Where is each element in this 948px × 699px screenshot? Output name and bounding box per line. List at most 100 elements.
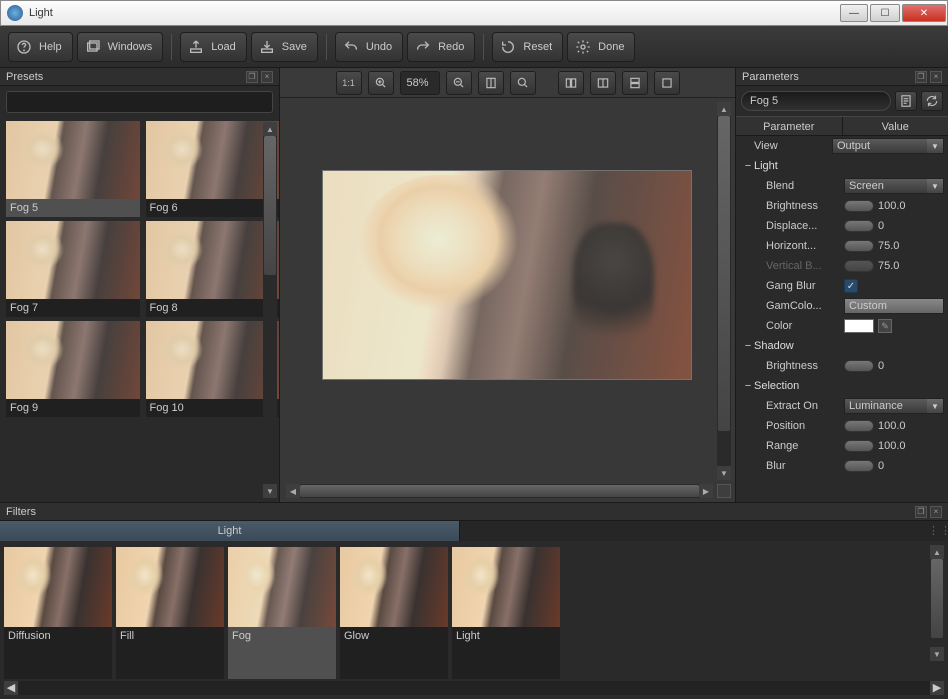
save-button[interactable]: Save [251, 32, 318, 62]
zoom-in-button[interactable] [368, 71, 394, 95]
save-label: Save [282, 41, 307, 53]
preset-item[interactable]: Fog 9 [6, 321, 140, 417]
notes-button[interactable] [895, 91, 917, 111]
filter-tab-light[interactable]: Light [0, 521, 460, 541]
eyedropper-icon[interactable]: ✎ [878, 319, 892, 333]
filters-close-button[interactable]: × [930, 506, 942, 518]
preset-name-field[interactable]: Fog 5 [741, 91, 891, 111]
redo-button[interactable]: Redo [407, 32, 475, 62]
presets-undock-button[interactable]: ❐ [246, 71, 258, 83]
filter-item[interactable]: Light [452, 547, 560, 679]
filters-vscrollbar[interactable]: ▲▼ [930, 545, 944, 661]
filter-label: Diffusion [4, 627, 112, 645]
param-value[interactable]: 100.0 [878, 420, 914, 432]
done-button[interactable]: Done [567, 32, 635, 62]
viewer-vscrollbar[interactable]: ▲▼ [717, 102, 731, 480]
maximize-button[interactable]: ☐ [870, 4, 900, 22]
windows-button[interactable]: Windows [77, 32, 164, 62]
help-button[interactable]: Help [8, 32, 73, 62]
parameters-close-button[interactable]: × [930, 71, 942, 83]
reset-button[interactable]: Reset [492, 32, 563, 62]
preset-label: Fog 7 [6, 299, 140, 317]
compare-split-button[interactable] [590, 71, 616, 95]
preset-thumb [6, 321, 140, 399]
viewer-hscrollbar[interactable]: ◀▶ [286, 484, 713, 498]
undo-button[interactable]: Undo [335, 32, 403, 62]
param-value[interactable]: 0 [878, 460, 914, 472]
param-label: Horizont... [766, 240, 844, 252]
done-label: Done [598, 41, 624, 53]
presets-scrollbar[interactable]: ▲▼ [263, 122, 277, 498]
zoom-region-button[interactable] [510, 71, 536, 95]
filter-item[interactable]: Diffusion [4, 547, 112, 679]
compare-stack-button[interactable] [622, 71, 648, 95]
load-icon [187, 38, 205, 56]
presets-search-input[interactable] [6, 91, 273, 113]
preset-item[interactable]: Fog 10 [146, 321, 280, 417]
filters-tab-row: Light ⋮⋮⋮ [0, 521, 948, 541]
compare-side-button[interactable] [558, 71, 584, 95]
chevron-down-icon: ▼ [927, 399, 943, 413]
horizontal-slider[interactable] [844, 240, 874, 252]
parameters-title-bar: Parameters ❐ × [736, 68, 948, 86]
filter-label: Fog [228, 627, 336, 645]
param-value[interactable]: 100.0 [878, 200, 914, 212]
group-label: Shadow [754, 340, 798, 352]
filters-undock-button[interactable]: ❐ [915, 506, 927, 518]
shadow-brightness-slider[interactable] [844, 360, 874, 372]
brightness-slider[interactable] [844, 200, 874, 212]
zoom-percent[interactable]: 58% [400, 71, 440, 95]
preset-thumb [6, 121, 140, 199]
param-label: Extract On [766, 400, 844, 412]
filter-item[interactable]: Glow [340, 547, 448, 679]
color-swatch[interactable] [844, 319, 874, 333]
parameters-undock-button[interactable]: ❐ [915, 71, 927, 83]
zoom-out-button[interactable] [446, 71, 472, 95]
grip-icon[interactable]: ⋮⋮⋮ [928, 524, 944, 538]
refresh-button[interactable] [921, 91, 943, 111]
preset-item[interactable]: Fog 8 [146, 221, 280, 317]
collapse-toggle[interactable]: − [742, 160, 754, 172]
collapse-toggle[interactable]: − [742, 380, 754, 392]
viewer-canvas-area[interactable]: ▲▼ ◀▶ [280, 98, 735, 502]
param-value[interactable]: 100.0 [878, 440, 914, 452]
zoom-1to1-button[interactable]: 1:1 [336, 71, 362, 95]
filters-title: Filters [6, 506, 36, 518]
presets-close-button[interactable]: × [261, 71, 273, 83]
preset-thumb [146, 221, 280, 299]
filters-hscrollbar[interactable]: ◀▶ [4, 681, 944, 695]
param-value: 75.0 [878, 260, 914, 272]
vertical-slider [844, 260, 874, 272]
filter-strip: Diffusion Fill Fog Glow Light ▲▼ [0, 541, 948, 679]
viewer-toolbar: 1:1 58% [280, 68, 735, 98]
param-value[interactable]: 0 [878, 220, 914, 232]
preset-item[interactable]: Fog 6 [146, 121, 280, 217]
minimize-button[interactable]: — [840, 4, 868, 22]
load-button[interactable]: Load [180, 32, 246, 62]
param-label: Brightness [766, 200, 844, 212]
param-value[interactable]: 75.0 [878, 240, 914, 252]
view-select[interactable]: Output▼ [832, 138, 944, 154]
fit-button[interactable] [478, 71, 504, 95]
param-value[interactable]: 0 [878, 360, 914, 372]
blend-select[interactable]: Screen▼ [844, 178, 944, 194]
close-button[interactable]: ✕ [902, 4, 946, 22]
blur-slider[interactable] [844, 460, 874, 472]
main-toolbar: Help Windows Load Save Undo Redo Reset D… [0, 26, 948, 68]
gangblur-checkbox[interactable]: ✓ [844, 279, 858, 293]
displace-slider[interactable] [844, 220, 874, 232]
single-view-button[interactable] [654, 71, 680, 95]
presets-title: Presets [6, 71, 43, 83]
range-slider[interactable] [844, 440, 874, 452]
filter-item[interactable]: Fill [116, 547, 224, 679]
preset-item[interactable]: Fog 5 [6, 121, 140, 217]
preset-item[interactable]: Fog 7 [6, 221, 140, 317]
extract-select[interactable]: Luminance▼ [844, 398, 944, 414]
viewer-resize-grip[interactable] [717, 484, 731, 498]
gamcolor-select[interactable]: Custom [844, 298, 944, 314]
collapse-toggle[interactable]: − [742, 340, 754, 352]
filter-thumb [116, 547, 224, 627]
param-label: Displace... [766, 220, 844, 232]
position-slider[interactable] [844, 420, 874, 432]
filter-item[interactable]: Fog [228, 547, 336, 679]
